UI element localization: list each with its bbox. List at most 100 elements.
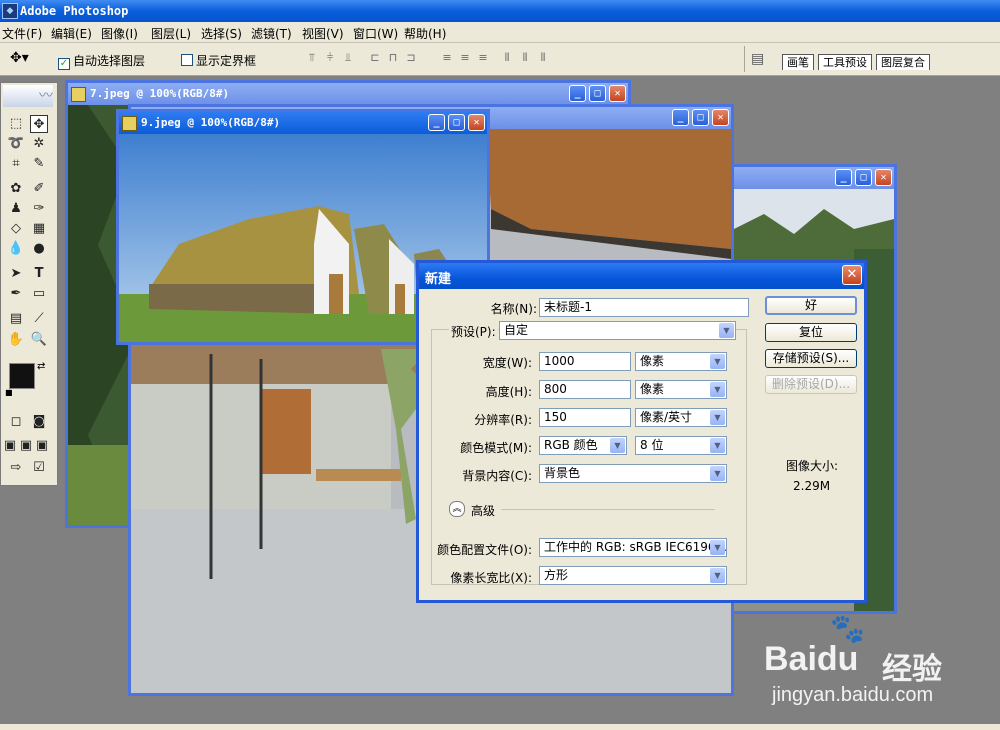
show-bounds-checkbox[interactable]: 显示定界框 (181, 52, 256, 69)
align-bottom-icon[interactable]: ⫫ (341, 52, 355, 64)
background-contents-label: 背景内容(C): (462, 469, 532, 483)
menu-window[interactable]: 窗口(W) (353, 25, 398, 42)
background-contents-select[interactable]: 背景色 ▼ (539, 464, 727, 483)
menu-image[interactable]: 图像(I) (101, 25, 138, 42)
doc7-maximize-icon[interactable]: □ (589, 85, 606, 102)
type-tool-icon[interactable]: T (30, 265, 48, 283)
menu-file[interactable]: 文件(F) (2, 25, 42, 42)
save-preset-button[interactable]: 存储预设(S)... (765, 349, 857, 368)
tab-layer-comps[interactable]: 图层复合 (876, 54, 930, 70)
doc-right-maximize-icon[interactable]: □ (855, 169, 872, 186)
menu-help[interactable]: 帮助(H) (404, 25, 446, 42)
hand-tool-icon[interactable]: ✋ (7, 331, 25, 349)
chevron-down-icon: ▼ (719, 323, 734, 338)
distribute-hcenter-icon[interactable]: ⦀ (518, 52, 532, 64)
document-icon (122, 116, 137, 131)
history-brush-tool-icon[interactable]: ✑ (30, 200, 48, 218)
brush-tool-icon[interactable]: ✐ (30, 180, 48, 198)
screen-mode-full-menu-icon[interactable]: ▣ (19, 437, 33, 455)
distribute-left-icon[interactable]: ⦀ (500, 52, 514, 64)
doc9-titlebar[interactable]: 9.jpeg @ 100%(RGB/8#) _ □ ✕ (119, 112, 487, 134)
doc-right-close-icon[interactable]: ✕ (875, 169, 892, 186)
height-unit-select[interactable]: 像素 ▼ (635, 380, 727, 399)
doc7-titlebar[interactable]: 7.jpeg @ 100%(RGB/8#) _ □ ✕ (68, 83, 628, 105)
swap-colors-icon[interactable]: ⇄ (37, 361, 45, 372)
doc9-minimize-icon[interactable]: _ (428, 114, 445, 131)
distribute-vcenter-icon[interactable]: ≡ (458, 52, 472, 64)
doc-interior-close-icon[interactable]: ✕ (712, 109, 729, 126)
rectangle-tool-icon[interactable]: ▭ (30, 285, 48, 303)
bit-depth-select[interactable]: 8 位 ▼ (635, 436, 727, 455)
screen-mode-standard-icon[interactable]: ▣ (3, 437, 17, 455)
quick-mask-mode-icon[interactable]: ◙ (30, 413, 48, 431)
align-top-icon[interactable]: ⫪ (305, 52, 319, 64)
crop-tool-icon[interactable]: ⌗ (7, 155, 25, 173)
blur-tool-icon[interactable]: 💧 (7, 240, 25, 258)
menu-view[interactable]: 视图(V) (302, 25, 344, 42)
watermark-url: jingyan.baidu.com (772, 684, 934, 706)
resolution-input[interactable]: 150 (539, 408, 631, 427)
dialog-close-icon[interactable]: ✕ (842, 265, 862, 285)
doc-right-titlebar[interactable]: _ □ ✕ (734, 167, 894, 189)
lasso-tool-icon[interactable]: ➰ (7, 135, 25, 153)
distribute-bottom-icon[interactable]: ≡ (476, 52, 490, 64)
color-profile-select[interactable]: 工作中的 RGB: sRGB IEC6196... ▼ (539, 538, 727, 557)
default-colors-icon[interactable]: ■ (5, 388, 13, 397)
menu-bar: 文件(F) 编辑(E) 图像(I) 图层(L) 选择(S) 滤镜(T) 视图(V… (0, 22, 1000, 43)
file-browser-icon[interactable]: ▤ (751, 51, 764, 67)
eraser-tool-icon[interactable]: ◇ (7, 220, 25, 238)
menu-select[interactable]: 选择(S) (201, 25, 242, 42)
align-hcenter-icon[interactable]: ⊓ (386, 52, 400, 64)
doc-interior-maximize-icon[interactable]: □ (692, 109, 709, 126)
move-tool-preset-icon[interactable]: ✥▾ (10, 50, 29, 66)
screen-mode-full-icon[interactable]: ▣ (35, 437, 49, 455)
width-label: 宽度(W): (482, 356, 532, 370)
name-input[interactable]: 未标题-1 (539, 298, 749, 317)
tab-brushes[interactable]: 画笔 (782, 54, 814, 70)
magic-wand-tool-icon[interactable]: ✲ (30, 135, 48, 153)
doc-interior-minimize-icon[interactable]: _ (672, 109, 689, 126)
color-mode-select[interactable]: RGB 颜色 ▼ (539, 436, 627, 455)
pixel-aspect-select[interactable]: 方形 ▼ (539, 566, 727, 585)
standard-mode-icon[interactable]: ◻ (7, 413, 25, 431)
jump-to-imageready-icon[interactable]: ⇨ (7, 459, 25, 477)
slice-tool-icon[interactable]: ✎ (30, 155, 48, 173)
resolution-unit-select[interactable]: 像素/英寸 ▼ (635, 408, 727, 427)
healing-brush-tool-icon[interactable]: ✿ (7, 180, 25, 198)
width-unit-select[interactable]: 像素 ▼ (635, 352, 727, 371)
eyedropper-tool-icon[interactable]: ⟋ (30, 310, 48, 328)
menu-filter[interactable]: 滤镜(T) (251, 25, 292, 42)
menu-layer[interactable]: 图层(L) (151, 25, 191, 42)
doc7-minimize-icon[interactable]: _ (569, 85, 586, 102)
menu-edit[interactable]: 编辑(E) (51, 25, 92, 42)
tab-tool-presets[interactable]: 工具预设 (818, 54, 872, 70)
move-tool-icon[interactable]: ✥ (30, 115, 48, 133)
doc9-close-icon[interactable]: ✕ (468, 114, 485, 131)
doc7-close-icon[interactable]: ✕ (609, 85, 626, 102)
foreground-color-swatch[interactable] (9, 363, 35, 389)
dodge-tool-icon[interactable]: ● (30, 240, 48, 258)
advanced-toggle-chevron-icon[interactable]: ︽ (449, 501, 465, 517)
distribute-top-icon[interactable]: ≡ (440, 52, 454, 64)
width-input[interactable]: 1000 (539, 352, 631, 371)
reset-button[interactable]: 复位 (765, 323, 857, 342)
align-right-icon[interactable]: ⊐ (404, 52, 418, 64)
distribute-right-icon[interactable]: ⦀ (536, 52, 550, 64)
pen-tool-icon[interactable]: ✒ (7, 285, 25, 303)
doc9-maximize-icon[interactable]: □ (448, 114, 465, 131)
align-left-icon[interactable]: ⊏ (368, 52, 382, 64)
ok-button[interactable]: 好 (765, 296, 857, 315)
clone-stamp-tool-icon[interactable]: ♟ (7, 200, 25, 218)
height-input[interactable]: 800 (539, 380, 631, 399)
align-vcenter-icon[interactable]: ⫩ (323, 52, 337, 64)
preset-select[interactable]: 自定 ▼ (499, 321, 736, 340)
path-selection-tool-icon[interactable]: ➤ (7, 265, 25, 283)
doc-right-minimize-icon[interactable]: _ (835, 169, 852, 186)
auto-select-checkbox[interactable]: ✓ 自动选择图层 (58, 52, 145, 70)
notes-tool-icon[interactable]: ▤ (7, 310, 25, 328)
edit-in-imageready-icon[interactable]: ☑ (30, 459, 48, 477)
gradient-tool-icon[interactable]: ▦ (30, 220, 48, 238)
marquee-tool-icon[interactable]: ⬚ (7, 115, 25, 133)
dialog-titlebar[interactable]: 新建 ✕ (419, 263, 864, 289)
zoom-tool-icon[interactable]: 🔍 (30, 331, 48, 349)
